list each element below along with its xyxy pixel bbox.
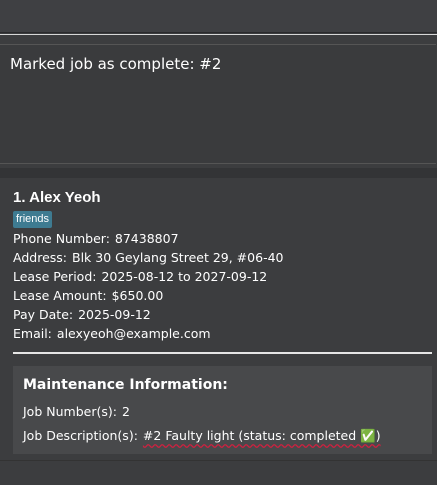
pay-date-value: 2025-09-12	[78, 307, 151, 322]
panel-divider[interactable]	[0, 168, 437, 178]
command-box-area[interactable]	[0, 0, 437, 33]
address-field: Address: Blk 30 Geylang Street 29, #06-40	[13, 250, 283, 265]
lease-period-field: Lease Period: 2025-08-12 to 2027-09-12	[13, 269, 267, 284]
job-numbers-value: 2	[121, 404, 130, 419]
tag-badge: friends	[13, 211, 53, 228]
phone-value: 87438807	[114, 231, 179, 246]
address-value: Blk 30 Geylang Street 29, #06-40	[72, 250, 284, 265]
phone-field: Phone Number: 87438807	[13, 231, 179, 246]
person-card[interactable]: 1. Alex Yeoh friends Phone Number: 874388…	[0, 180, 437, 460]
maintenance-title: Maintenance Information:	[23, 377, 228, 393]
pay-date-field: Pay Date: 2025-09-12	[13, 307, 151, 322]
job-description-row: Job Description(s): #2 Faulty light (stat…	[23, 428, 381, 444]
job-description-value: #2 Faulty light (status: completed ✅)	[142, 428, 381, 443]
phone-label: Phone Number:	[13, 231, 110, 246]
result-message: Marked job as complete: #2	[10, 55, 222, 73]
result-display: Marked job as complete: #2	[0, 44, 436, 164]
lease-period-value: 2025-08-12 to 2027-09-12	[101, 269, 268, 284]
app-window: Marked job as complete: #2 1. Alex Yeoh …	[0, 0, 437, 485]
lease-amount-value: $650.00	[111, 288, 164, 303]
lease-period-label: Lease Period:	[13, 269, 97, 284]
divider	[0, 34, 437, 35]
email-field: Email: alexyeoh@example.com	[13, 326, 211, 341]
email-label: Email:	[13, 326, 52, 341]
job-description-label: Job Description(s):	[23, 428, 138, 443]
maintenance-panel: Maintenance Information: Job Number(s): 2…	[13, 366, 432, 454]
person-name: 1. Alex Yeoh	[13, 189, 101, 206]
job-numbers-row: Job Number(s): 2	[23, 404, 130, 419]
address-label: Address:	[13, 250, 67, 265]
email-value: alexyeoh@example.com	[56, 326, 211, 341]
list-footer	[0, 460, 437, 485]
section-separator	[13, 352, 432, 354]
lease-amount-label: Lease Amount:	[13, 288, 107, 303]
job-numbers-label: Job Number(s):	[23, 404, 117, 419]
lease-amount-field: Lease Amount: $650.00	[13, 288, 163, 303]
pay-date-label: Pay Date:	[13, 307, 74, 322]
